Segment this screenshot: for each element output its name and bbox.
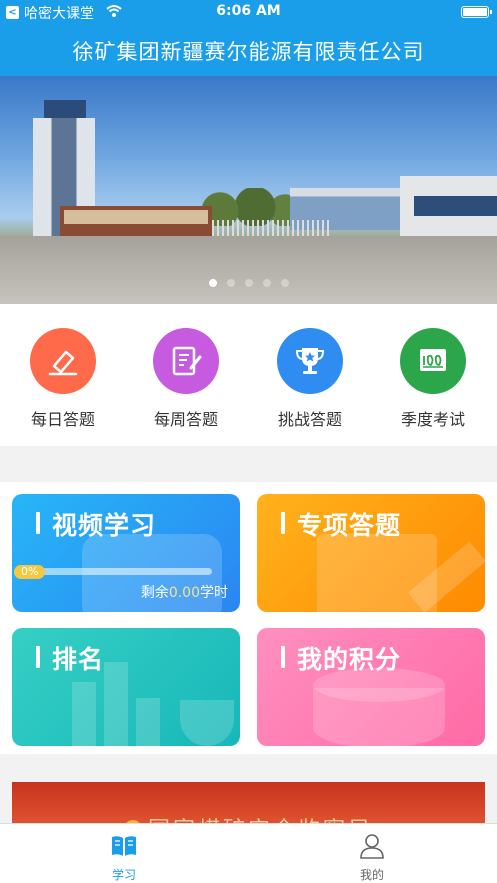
card-title: 专项答题: [297, 511, 402, 540]
page-title: 徐矿集团新疆赛尔能源有限责任公司: [72, 40, 425, 64]
gate-fence: [212, 220, 332, 236]
bar-chart-watermark-icon: [104, 662, 128, 746]
road: [0, 236, 497, 304]
quick-item-label: 每日答题: [30, 410, 95, 429]
card-title-bar: [281, 646, 285, 668]
quick-item-weekly-quiz[interactable]: 每周答题: [131, 328, 241, 430]
remaining-prefix: 剩余: [140, 585, 169, 601]
tab-mine[interactable]: 我的: [332, 832, 412, 883]
card-my-points[interactable]: 我的积分: [257, 628, 485, 746]
quick-item-daily-quiz[interactable]: 每日答题: [8, 328, 118, 430]
bar-chart-watermark-icon: [72, 682, 96, 746]
status-time: 6:06 AM: [216, 3, 281, 19]
quick-item-label: 每周答题: [153, 410, 218, 429]
card-special-quiz[interactable]: 专项答题: [257, 494, 485, 612]
banner-carousel[interactable]: [0, 76, 497, 304]
notepad-pen-icon: [153, 328, 219, 394]
coin-stack-watermark-icon: [313, 688, 445, 746]
company-sign-lettering: [64, 210, 208, 224]
tab-study[interactable]: 学习: [84, 832, 164, 883]
bar-chart-watermark-icon: [136, 698, 160, 746]
quick-menu: 每日答题 每周答题 挑战答题 季度考试: [0, 304, 497, 446]
card-video-learning[interactable]: 视频学习 0% 剩余0.00学时: [12, 494, 240, 612]
quick-item-quarterly-exam[interactable]: 季度考试: [378, 328, 488, 430]
gatehouse-window: [414, 196, 497, 216]
remaining-unit: 学时: [200, 585, 228, 601]
tab-bar: 学习 我的: [0, 823, 497, 883]
trophy-watermark-icon: [180, 700, 234, 746]
carousel-dot[interactable]: [226, 279, 235, 287]
status-bar: < 哈密大课堂 6:06 AM: [0, 0, 497, 24]
quick-item-label: 季度考试: [400, 410, 465, 429]
card-title: 视频学习: [52, 511, 157, 540]
battery-icon: [461, 6, 492, 18]
user-icon: [358, 832, 386, 860]
remaining-value: 0.00: [168, 585, 200, 601]
card-title-bar: [36, 512, 40, 534]
feature-cards: 视频学习 0% 剩余0.00学时 专项答题 排名 我的积分: [0, 482, 497, 754]
carousel-dot[interactable]: [244, 279, 253, 287]
carousel-dot[interactable]: [262, 279, 271, 287]
tab-label: 学习: [111, 868, 136, 882]
remaining-hours: 剩余0.00学时: [141, 582, 228, 602]
carousel-dot[interactable]: [208, 279, 217, 287]
card-title-bar: [281, 512, 285, 534]
card-ranking[interactable]: 排名: [12, 628, 240, 746]
score-100-icon: [400, 328, 466, 394]
card-title-bar: [36, 646, 40, 668]
carousel-indicator: [0, 272, 497, 291]
book-icon: [110, 832, 138, 860]
trophy-icon: [277, 328, 343, 394]
card-title: 我的积分: [297, 645, 402, 674]
quick-item-label: 挑战答题: [277, 410, 342, 429]
pencil-eraser-icon: [30, 328, 96, 394]
quick-item-challenge[interactable]: 挑战答题: [255, 328, 365, 430]
study-progress-label: 0%: [14, 565, 46, 579]
tab-label: 我的: [359, 868, 384, 882]
card-title: 排名: [52, 645, 105, 674]
carousel-dot[interactable]: [280, 279, 289, 287]
top-bar: < 哈密大课堂 6:06 AM 徐矿集团新疆赛尔能源有限责任公司: [0, 0, 497, 76]
